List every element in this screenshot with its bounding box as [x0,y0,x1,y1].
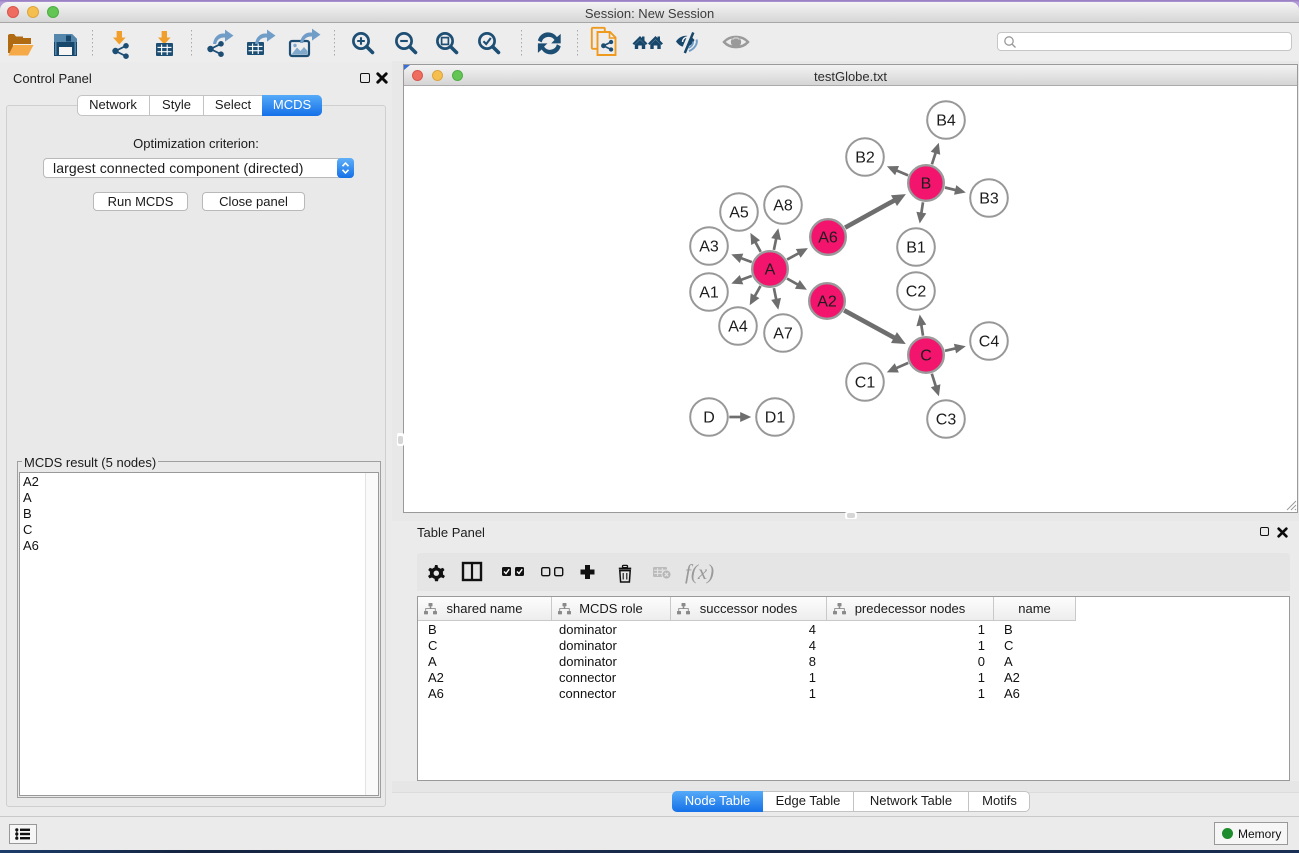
svg-text:B4: B4 [936,113,956,130]
svg-text:A6: A6 [818,230,838,247]
svg-text:A8: A8 [773,198,793,215]
svg-text:A5: A5 [729,205,749,222]
svg-text:C3: C3 [936,412,957,429]
svg-text:D1: D1 [765,410,786,427]
svg-text:B: B [921,176,932,193]
svg-text:A2: A2 [817,294,837,311]
svg-text:A: A [765,262,776,279]
svg-text:C: C [920,348,932,365]
svg-text:A3: A3 [699,239,719,256]
svg-text:B3: B3 [979,191,999,208]
svg-text:A7: A7 [773,326,793,343]
svg-text:A4: A4 [728,319,748,336]
svg-text:C4: C4 [979,334,1000,351]
svg-text:C1: C1 [855,375,876,392]
svg-text:B2: B2 [855,150,875,167]
svg-text:D: D [703,410,715,427]
svg-text:C2: C2 [906,284,927,301]
svg-text:A1: A1 [699,285,719,302]
svg-text:B1: B1 [906,240,926,257]
svg-text:f(x): f(x) [685,560,714,584]
